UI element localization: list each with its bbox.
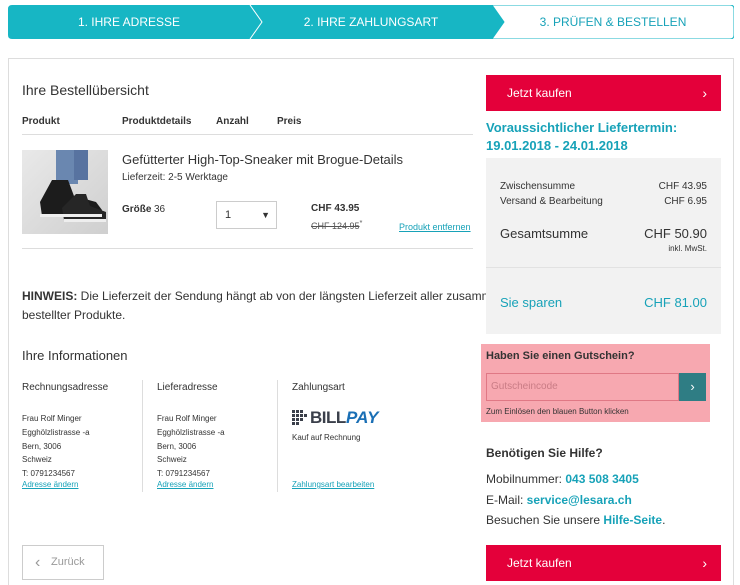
step-payment[interactable]: 2. IHRE ZAHLUNGSART — [250, 5, 492, 39]
email-label: E-Mail: — [486, 493, 527, 507]
col-product: Produkt — [22, 116, 60, 127]
billing-name: Frau Rolf Minger — [22, 414, 82, 423]
back-label: Zurück — [51, 556, 85, 568]
divider — [22, 248, 473, 249]
shipping-city: Bern, 3006 — [157, 441, 197, 451]
vat-note: inkl. MwSt. — [668, 244, 707, 253]
phone-link[interactable]: 043 508 3405 — [565, 472, 638, 486]
visit-end: . — [662, 513, 666, 527]
divider — [142, 380, 143, 492]
product-name[interactable]: Gefütterter High-Top-Sneaker mit Brogue-… — [122, 152, 403, 167]
savings-value: CHF 81.00 — [644, 295, 707, 310]
total-label: Gesamtsumme — [500, 226, 589, 241]
subtotal-label: Zwischensumme — [500, 181, 576, 192]
buy-label: Jetzt kaufen — [507, 86, 572, 100]
shipping-cost-value: CHF 6.95 — [664, 196, 707, 207]
product-price: CHF 43.95 — [311, 203, 360, 214]
divider — [277, 380, 278, 492]
shipping-heading: Lieferadresse — [157, 382, 218, 393]
email-link[interactable]: service@lesara.ch — [527, 493, 632, 507]
quantity-value: 1 — [225, 209, 232, 221]
shipping-phone: T: 0791234567 — [157, 469, 210, 479]
order-overview-title: Ihre Bestellübersicht — [22, 82, 149, 98]
edit-billing-link[interactable]: Adresse ändern — [22, 480, 78, 489]
buy-label: Jetzt kaufen — [507, 556, 572, 570]
notice-text-2: bestellter Produkte. — [22, 308, 126, 322]
buy-now-button-top[interactable]: Jetzt kaufen › — [486, 75, 721, 111]
col-details: Produktdetails — [122, 116, 192, 127]
chevron-right-icon: › — [702, 555, 707, 571]
chevron-right-icon: › — [690, 379, 695, 394]
product-delivery-time: Lieferzeit: 2-5 Werktage — [122, 172, 228, 183]
divider — [486, 267, 721, 268]
chevron-down-icon: ▼ — [261, 210, 270, 220]
shipping-row: Versand & Bearbeitung CHF 6.95 — [500, 196, 707, 207]
product-old-price-wrap: CHF 124.95* — [311, 218, 362, 231]
notice-text: Die Lieferzeit der Sendung hängt ab von … — [77, 289, 505, 303]
edit-payment-link[interactable]: Zahlungsart bearbeiten — [292, 480, 374, 489]
billing-country: Schweiz — [22, 455, 52, 465]
product-image[interactable] — [22, 150, 108, 234]
size-value: 36 — [154, 204, 166, 215]
billpay-pay: PAY — [346, 408, 379, 427]
billpay-dots-icon — [292, 410, 307, 425]
billpay-bill: BILL — [310, 408, 346, 427]
help-visit: Besuchen Sie unsere Hilfe-Seite. — [486, 513, 665, 527]
step-review: 3. PRÜFEN & BESTELLEN — [539, 15, 687, 29]
help-page-link[interactable]: Hilfe-Seite — [603, 513, 662, 527]
shipping-address: Frau Rolf Minger Egghölzlistrasse -a Ber… — [157, 412, 225, 481]
edit-shipping-link[interactable]: Adresse ändern — [157, 480, 213, 489]
step-address[interactable]: 1. IHRE ADRESSE — [8, 5, 250, 39]
checkout-stepper: 1. IHRE ADRESSE 2. IHRE ZAHLUNGSART 3. P… — [8, 5, 734, 39]
help-phone: Mobilnummer: 043 508 3405 — [486, 472, 639, 486]
col-quantity: Anzahl — [216, 116, 249, 127]
notice-label: HINWEIS: — [22, 289, 78, 303]
chevron-left-icon: ‹ — [35, 554, 41, 571]
visit-label: Besuchen Sie unsere — [486, 513, 604, 527]
voucher-hint: Zum Einlösen den blauen Button klicken — [486, 407, 629, 416]
voucher-input[interactable]: Gutscheincode — [486, 373, 679, 401]
col-price: Preis — [277, 116, 302, 127]
payment-method: Kauf auf Rechnung — [292, 433, 361, 442]
voucher-placeholder: Gutscheincode — [491, 381, 558, 392]
voucher-heading: Haben Sie einen Gutschein? — [486, 350, 635, 362]
back-button[interactable]: ‹ Zurück — [22, 545, 104, 580]
chevron-right-icon: › — [702, 85, 707, 101]
redeem-voucher-button[interactable]: › — [679, 373, 706, 401]
savings-label: Sie sparen — [500, 295, 563, 310]
total-row: Gesamtsumme CHF 50.90 — [500, 226, 707, 241]
subtotal-row: Zwischensumme CHF 43.95 — [500, 181, 707, 192]
shipping-name: Frau Rolf Minger — [157, 414, 217, 423]
billing-address: Frau Rolf Minger Egghölzlistrasse -a Ber… — [22, 412, 90, 481]
delivery-dates: 19.01.2018 - 24.01.2018 — [486, 138, 628, 153]
billing-city: Bern, 3006 — [22, 441, 62, 451]
total-value: CHF 50.90 — [644, 226, 707, 241]
shipping-cost-label: Versand & Bearbeitung — [500, 196, 603, 207]
order-summary: Zwischensumme CHF 43.95 Versand & Bearbe… — [486, 158, 721, 334]
product-old-price: CHF 124.95 — [311, 221, 360, 231]
billing-phone: T: 0791234567 — [22, 469, 75, 479]
delivery-notice: HINWEIS: Die Lieferzeit der Sendung häng… — [22, 287, 505, 325]
delivery-estimate: Voraussichtlicher Liefertermin: 19.01.20… — [486, 119, 677, 155]
info-title: Ihre Informationen — [22, 348, 128, 363]
savings-row: Sie sparen CHF 81.00 — [500, 295, 707, 310]
quantity-select[interactable]: 1 ▼ — [216, 201, 277, 229]
help-heading: Benötigen Sie Hilfe? — [486, 446, 603, 460]
payment-heading: Zahlungsart — [292, 382, 345, 393]
shipping-street: Egghölzlistrasse -a — [157, 427, 225, 437]
buy-now-button-bottom[interactable]: Jetzt kaufen › — [486, 545, 721, 581]
size-label: Größe — [122, 204, 152, 215]
sneaker-icon — [40, 150, 106, 222]
billing-street: Egghölzlistrasse -a — [22, 427, 90, 437]
shipping-country: Schweiz — [157, 455, 187, 465]
delivery-heading: Voraussichtlicher Liefertermin: — [486, 120, 678, 135]
help-email: E-Mail: service@lesara.ch — [486, 493, 632, 507]
subtotal-value: CHF 43.95 — [658, 181, 707, 192]
phone-label: Mobilnummer: — [486, 472, 566, 486]
remove-product-link[interactable]: Produkt entfernen — [399, 222, 471, 232]
divider — [22, 134, 473, 135]
old-price-footnote: * — [359, 218, 363, 227]
billing-heading: Rechnungsadresse — [22, 382, 109, 393]
